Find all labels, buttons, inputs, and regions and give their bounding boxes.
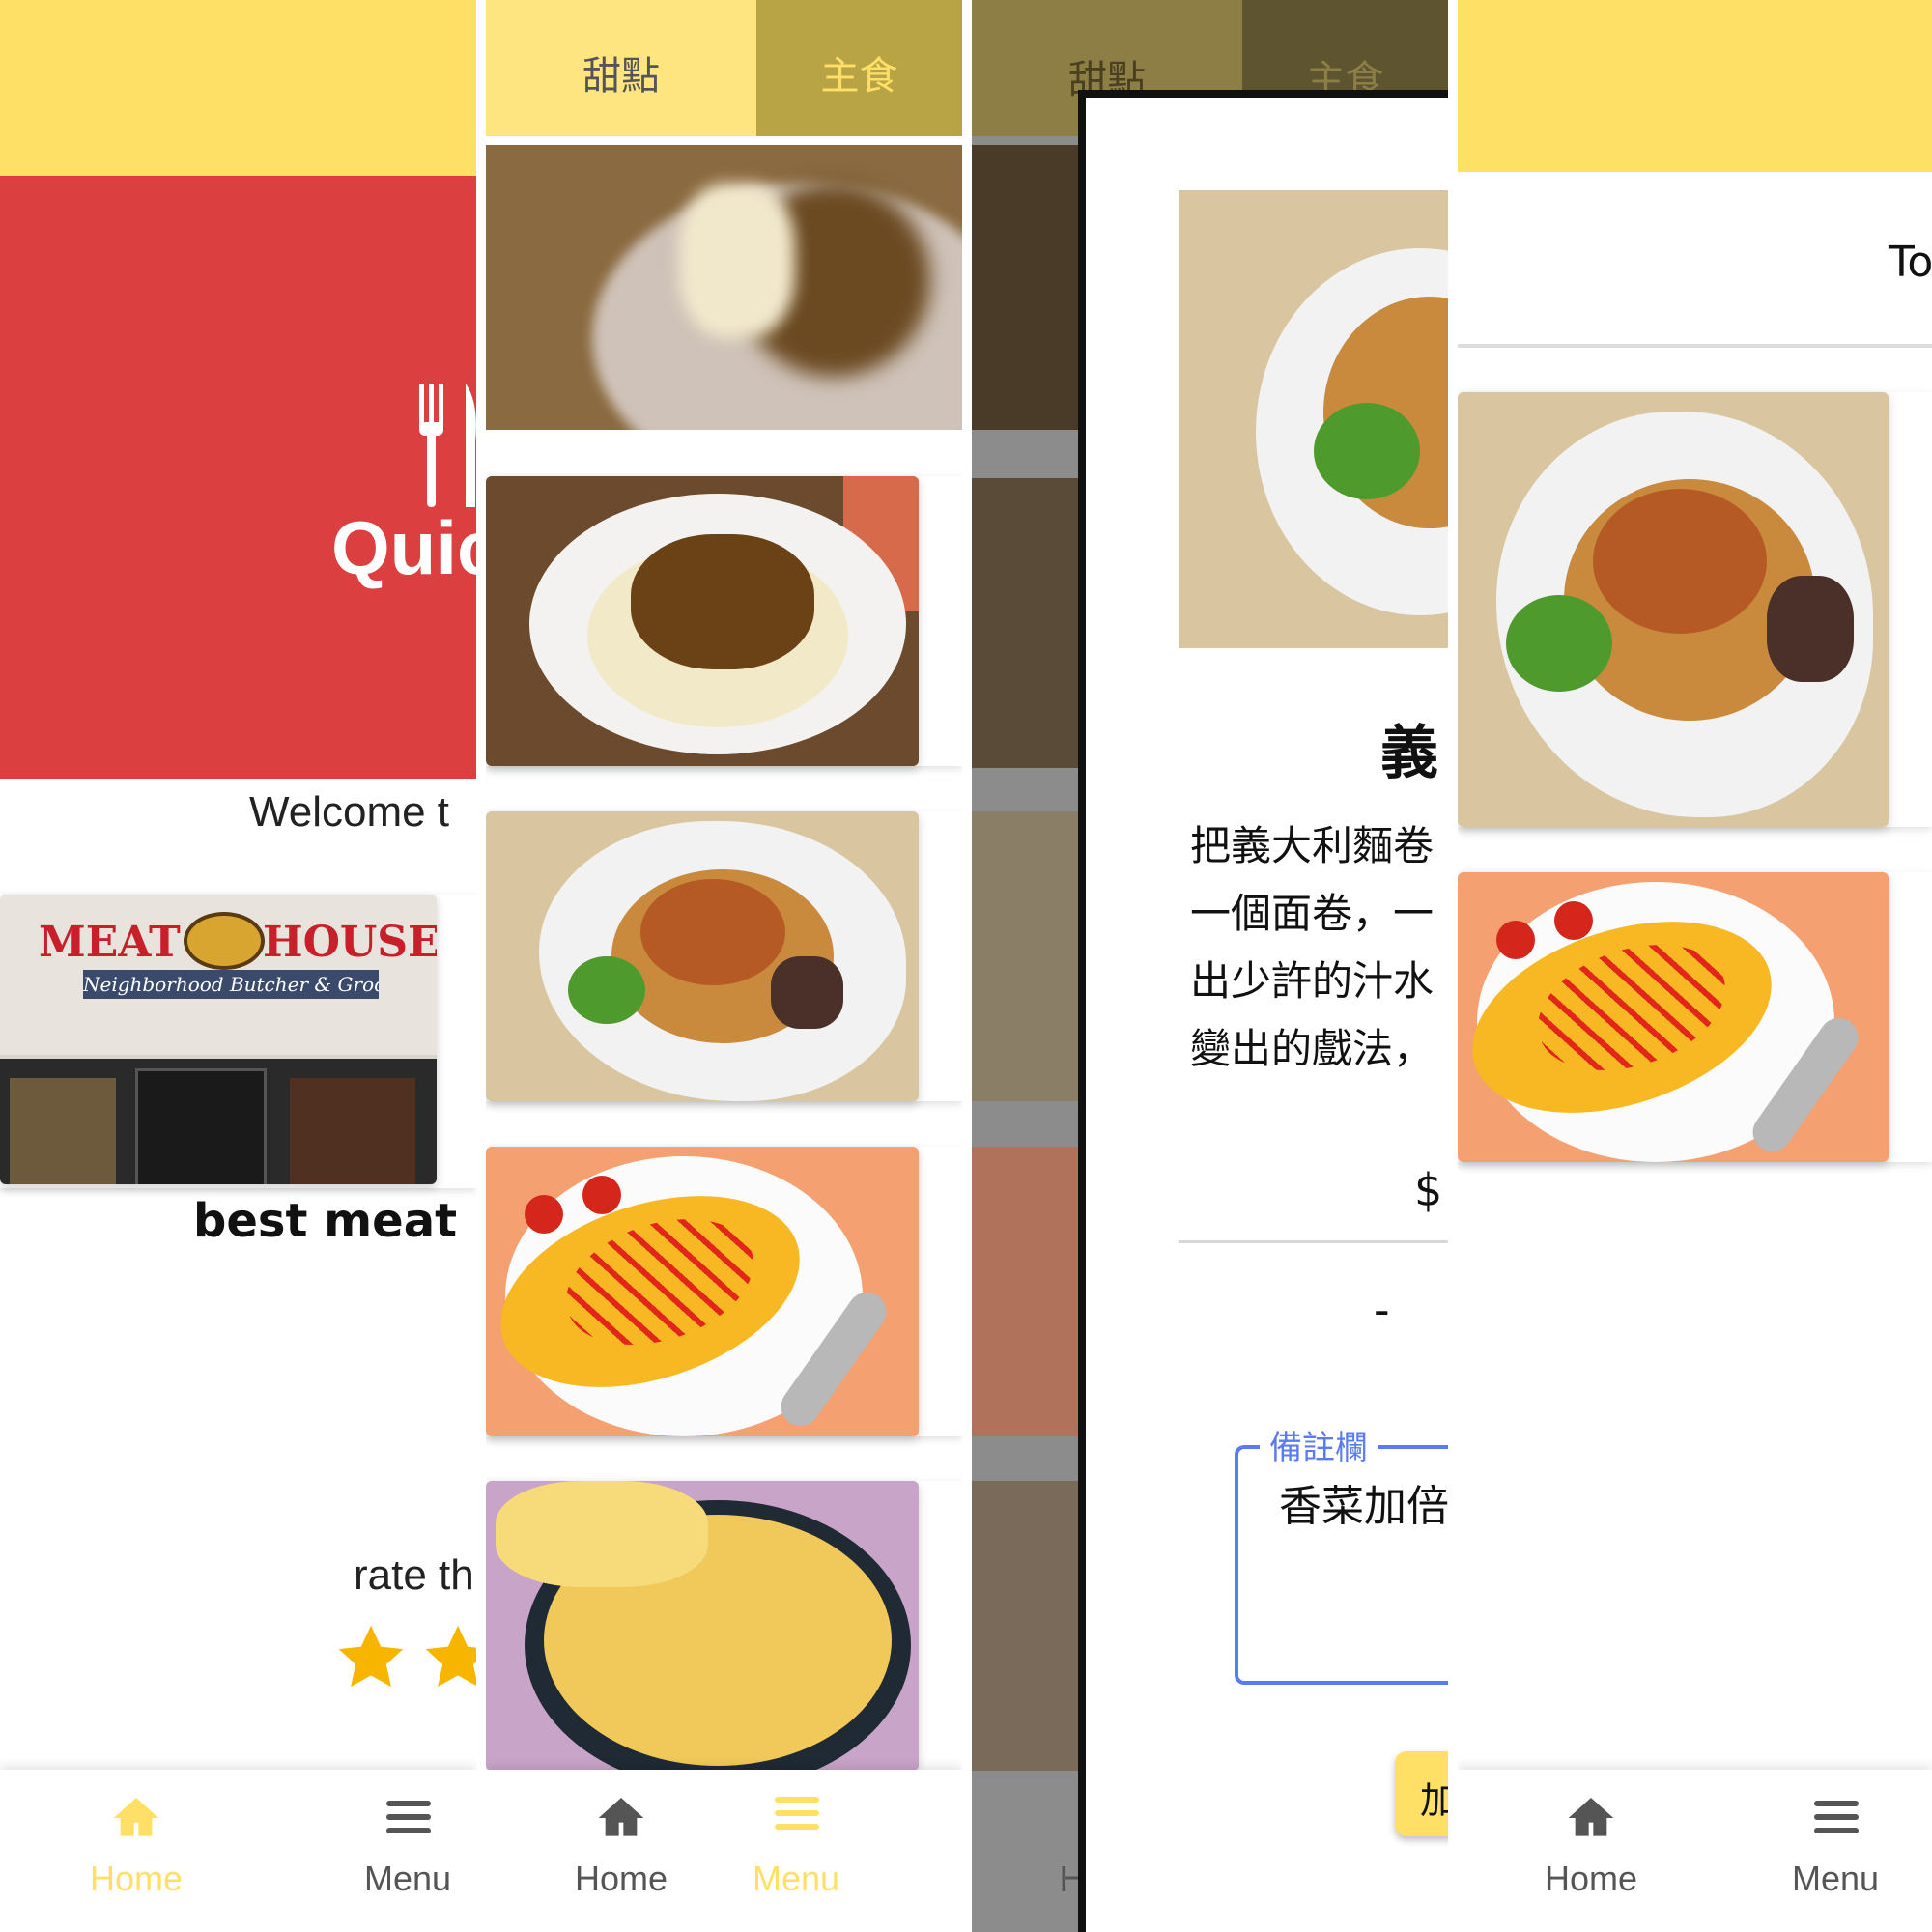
home-icon [1568, 1798, 1614, 1836]
pizza-image [486, 1481, 919, 1771]
dialog-title: 義 [1380, 720, 1438, 787]
tab-home[interactable]: Home [40, 1770, 233, 1932]
menu-icon [769, 1791, 823, 1845]
price-text: $ [1414, 1164, 1443, 1216]
quantity-minus-button[interactable]: - [1374, 1284, 1390, 1336]
description-line: 把義大利麵卷 [1190, 822, 1435, 869]
omelette-image [486, 1147, 919, 1436]
bottom-tab-bar: Home Menu [1458, 1770, 1932, 1932]
menu-icon [381, 1791, 435, 1845]
tab-menu-label: Menu [752, 1859, 840, 1898]
store-sign-logo [184, 912, 265, 970]
noodle-image [486, 476, 919, 766]
store-sign-house: HOUSE [263, 918, 437, 967]
tab-home-label: Home [89, 1859, 184, 1898]
divider [1179, 1240, 1448, 1243]
dialog-image [1179, 190, 1448, 648]
star-icon[interactable] [333, 1621, 409, 1694]
tab-home-label: Home [1544, 1859, 1638, 1898]
note-label: 備註欄 [1260, 1421, 1378, 1468]
bottom-tab-bar: Home Menu [486, 1770, 962, 1932]
add-button-label: 加 [1420, 1779, 1448, 1822]
tab-menu[interactable]: Menu [699, 1770, 893, 1932]
tab-main-label: 主食 [820, 54, 898, 99]
top-bar [0, 0, 476, 176]
note-value: 香菜加倍 [1279, 1482, 1448, 1531]
tab-home[interactable]: Home [1494, 1770, 1688, 1932]
tab-menu[interactable]: Menu [311, 1770, 476, 1932]
item-dialog: 義 把義大利麵卷 一個面卷，一 出少許的汁水 變出的戲法， $ - 備註欄 香菜… [1078, 90, 1448, 1932]
bottom-tab-bar: Home Menu [0, 1770, 476, 1932]
spaghetti-image [1458, 392, 1889, 827]
home-icon [113, 1798, 159, 1836]
cart-screen: To Home Menu [1458, 0, 1932, 1932]
add-to-cart-button[interactable]: 加 [1395, 1751, 1448, 1836]
brand-name: Quic [331, 505, 476, 590]
description-line: 變出的戲法， [1190, 1025, 1435, 1072]
tab-menu-label: Menu [363, 1859, 452, 1898]
header-text: To [1889, 238, 1932, 287]
store-sign-sub: Neighborhood Butcher & Grocer [83, 970, 379, 999]
restaurant-photo: MEAT HOUSE Neighborhood Butcher & Grocer [0, 895, 437, 1184]
dialog-description: 把義大利麵卷 一個面卷，一 出少許的汁水 變出的戲法， [1190, 812, 1448, 1083]
restaurant-title: best meat re [193, 1194, 476, 1248]
fork-knife-icon [419, 384, 476, 507]
welcome-text: Welcome t [249, 788, 450, 836]
description-line: 出少許的汁水 [1190, 957, 1435, 1005]
omelette-image [1458, 872, 1889, 1162]
item-detail-screen: 甜點 主食 H 義 把義大利麵卷 一個面卷，一 出少許的汁水 變出的戲法， $ … [972, 0, 1448, 1932]
menu-icon [1808, 1791, 1862, 1845]
home-icon [598, 1798, 644, 1836]
rate-label: rate th [354, 1551, 474, 1599]
store-sign-meat: MEAT [39, 918, 181, 967]
home-screen: Quic Welcome t MEAT HOUSE Neighborhood B… [0, 0, 476, 1932]
tab-home-label: Home [574, 1859, 668, 1898]
tab-menu-label: Menu [1791, 1859, 1880, 1898]
tab-dessert-label: 甜點 [582, 54, 660, 99]
star-icon[interactable] [420, 1621, 476, 1694]
tab-dessert[interactable]: 甜點 [486, 0, 756, 136]
restaurant-banner: Quic [0, 176, 476, 779]
menu-screen: 甜點 主食 Home Menu [486, 0, 962, 1932]
divider [1458, 344, 1932, 348]
spaghetti-image [486, 811, 919, 1101]
menu-item[interactable] [486, 145, 962, 430]
top-bar [1458, 0, 1932, 172]
tab-main[interactable]: 主食 [756, 0, 962, 136]
description-line: 一個面卷，一 [1190, 890, 1435, 937]
tab-home[interactable]: Home [525, 1770, 718, 1932]
tab-menu[interactable]: Menu [1739, 1770, 1932, 1932]
